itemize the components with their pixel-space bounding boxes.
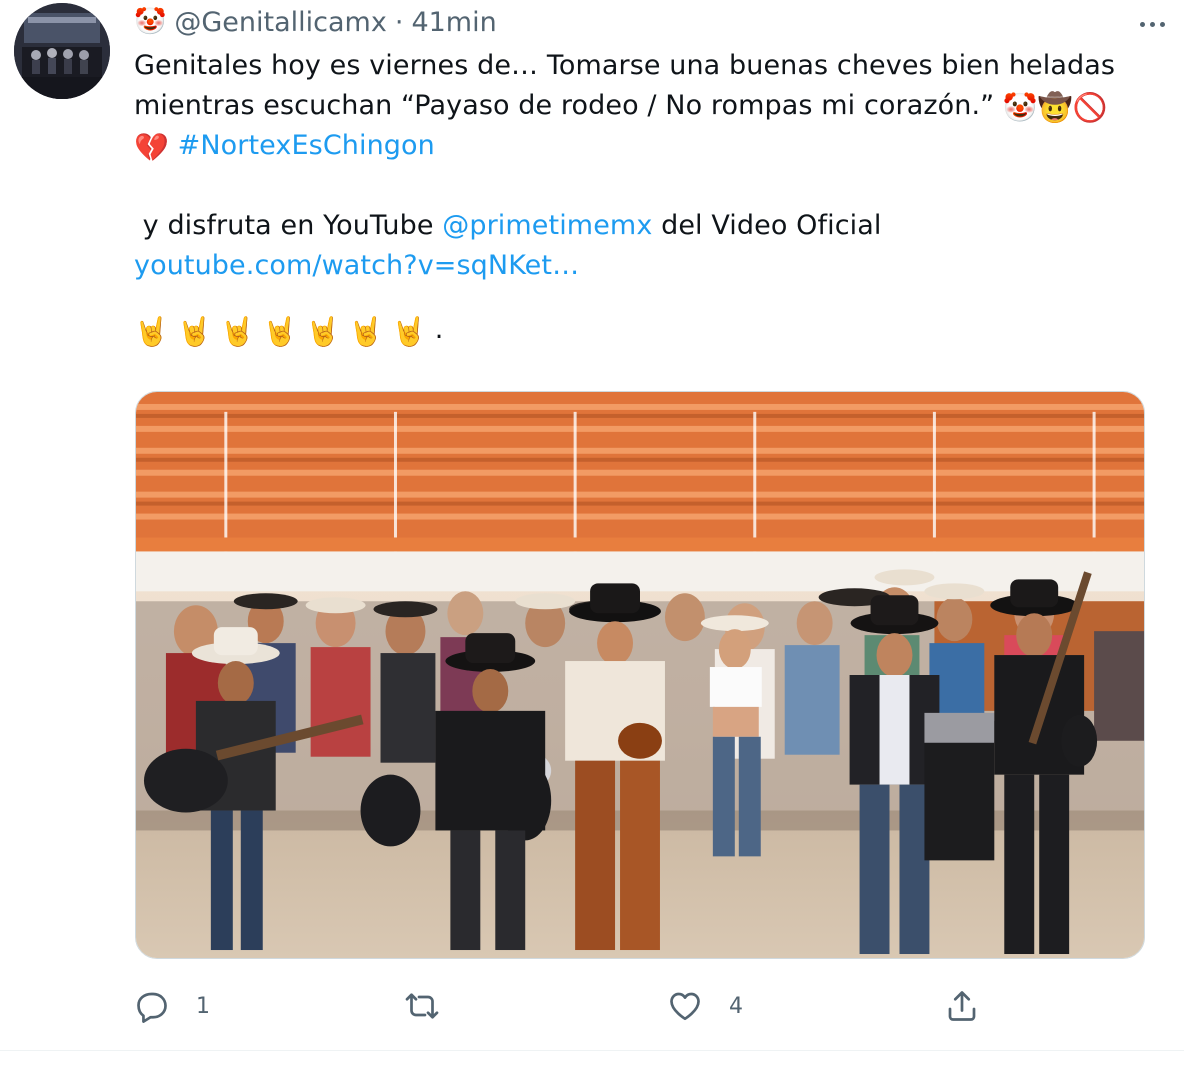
url-link[interactable]: youtube.com/watch?v=sqNKet… [134,250,579,281]
tweet-time[interactable]: 41min [411,7,496,38]
reply-button[interactable]: 1 [134,983,210,1029]
tweet-line-3: 💔 #NortexEsChingon [134,126,1144,166]
tweet-line-2-text: mientras escuchan “Payaso de rodeo / No … [134,90,995,121]
hashtag-link[interactable]: #NortexEsChingon [178,130,435,161]
broken-heart-emoji: 💔 [134,131,169,164]
tweet-text: Genitales hoy es viernes de… Tomarse una… [134,46,1144,350]
tweet-line-4-post: del Video Oficial [652,210,882,241]
tweet-actions: 1 4 [134,983,994,1029]
retweet-icon [405,993,439,1019]
tweet-line-1: Genitales hoy es viernes de… Tomarse una… [134,50,1116,81]
avatar-image [14,3,110,99]
separator-dot: · [394,6,404,38]
reply-count: 1 [196,993,210,1019]
rock-emoji: 🤘 [305,315,341,348]
share-icon [948,991,976,1021]
tweet-line-2: mientras escuchan “Payaso de rodeo / No … [134,86,1144,126]
tweet[interactable]: 🤡 @Genitallicamx · 41min Genitales hoy e… [0,0,1184,1068]
media-photo [136,392,1144,958]
tweet-line-4: y disfruta en YouTube @primetimemx del V… [134,206,1144,246]
rock-emoji: 🤘 [176,315,212,348]
rock-emoji: 🤘 [219,315,255,348]
tweet-line-5: youtube.com/watch?v=sqNKet… [134,246,1144,286]
rock-emoji: 🤘 [348,315,384,348]
reply-icon [137,992,167,1023]
tweet-line-4-pre: y disfruta en YouTube [134,210,443,241]
rock-emoji: 🤘 [262,315,298,348]
handle-emoji: 🤡 [134,7,167,37]
tweet-divider [0,1050,1184,1051]
avatar[interactable] [14,3,110,99]
like-button[interactable]: 4 [667,983,743,1029]
tweet-media-image[interactable] [135,391,1145,959]
tweet-header: 🤡 @Genitallicamx · 41min [134,2,497,42]
rock-suffix: . [434,314,444,345]
retweet-button[interactable] [404,983,466,1029]
share-button[interactable] [944,983,980,1029]
more-icon[interactable] [1134,10,1170,38]
rock-emoji: 🤘 [391,315,427,348]
like-count: 4 [729,993,743,1019]
author-handle[interactable]: @Genitallicamx [174,7,386,38]
rock-emoji-row: 🤘 🤘 🤘 🤘 🤘 🤘 🤘. [134,310,1144,350]
rock-emoji: 🤘 [134,315,169,348]
like-icon [670,992,700,1021]
emoji-group: 🤡🤠🚫 [1002,91,1108,124]
mention-link[interactable]: @primetimemx [442,210,652,241]
